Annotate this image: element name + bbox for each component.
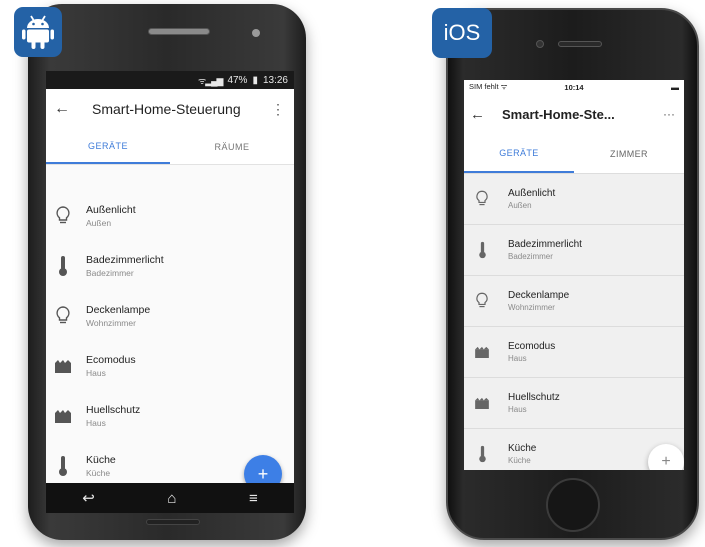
recents-nav-icon[interactable]: ≡ bbox=[249, 490, 258, 507]
android-screen: ᯤ▂▄▆ 47% ▮ 13:26 ← Smart-Home-Steuerung … bbox=[46, 71, 294, 513]
tab-geraete[interactable]: GERÄTE bbox=[464, 134, 574, 173]
list-item[interactable]: Huellschutz Haus bbox=[46, 391, 294, 441]
list-item[interactable]: Außenlicht Außen bbox=[46, 191, 294, 241]
item-room: Außen bbox=[508, 201, 532, 210]
thermometer-icon bbox=[464, 241, 500, 259]
item-room: Haus bbox=[508, 354, 527, 363]
list-item[interactable]: Badezimmerlicht Badezimmer bbox=[464, 225, 684, 276]
thermometer-icon bbox=[46, 255, 80, 277]
item-name: Huellschutz bbox=[86, 404, 141, 416]
tab-raeume[interactable]: RÄUME bbox=[170, 129, 294, 164]
more-horiz-icon[interactable]: ··· bbox=[660, 107, 678, 121]
nav-bar: ← Smart-Home-Ste... ··· bbox=[464, 94, 684, 134]
device-list: Außenlicht Außen Badezimmerlicht Badezimme… bbox=[464, 174, 684, 470]
item-room: Küche bbox=[508, 456, 531, 465]
page-title: Smart-Home-Steuerung bbox=[92, 101, 241, 117]
item-name: Küche bbox=[86, 454, 116, 466]
scene-icon bbox=[464, 346, 500, 358]
earpiece-speaker bbox=[558, 41, 602, 47]
android-badge bbox=[14, 7, 62, 57]
back-nav-icon[interactable]: ↩ bbox=[82, 489, 95, 507]
page-title: Smart-Home-Ste... bbox=[502, 106, 615, 122]
scene-icon bbox=[46, 409, 80, 423]
battery-level: 47% bbox=[227, 74, 248, 86]
item-name: Deckenlampe bbox=[508, 290, 570, 301]
item-name: Badezimmerlicht bbox=[508, 239, 582, 250]
bulb-icon bbox=[46, 306, 80, 326]
battery-icon: ▮ bbox=[252, 74, 258, 86]
list-item[interactable]: Ecomodus Haus bbox=[464, 327, 684, 378]
carrier-text: SIM fehlt ᯤ bbox=[469, 82, 508, 91]
bulb-icon bbox=[46, 206, 80, 226]
tab-bar: GERÄTE ZIMMER bbox=[464, 134, 684, 174]
list-item[interactable]: Deckenlampe Wohnzimmer bbox=[464, 276, 684, 327]
item-room: Außen bbox=[86, 218, 112, 228]
item-room: Wohnzimmer bbox=[508, 303, 555, 312]
bulb-icon bbox=[464, 190, 500, 208]
android-logo-icon bbox=[22, 15, 54, 49]
home-nav-icon[interactable]: ⌂ bbox=[167, 490, 176, 507]
item-name: Huellschutz bbox=[508, 392, 560, 403]
earpiece-speaker bbox=[148, 28, 210, 35]
tab-geraete[interactable]: GERÄTE bbox=[46, 129, 170, 164]
bulb-icon bbox=[464, 292, 500, 310]
arrow-left-icon[interactable]: ← bbox=[470, 106, 494, 123]
item-name: Ecomodus bbox=[508, 341, 556, 352]
system-nav-bar: ↩ ⌂ ≡ bbox=[46, 483, 294, 513]
list-item[interactable]: Deckenlampe Wohnzimmer bbox=[46, 291, 294, 341]
item-room: Haus bbox=[508, 405, 527, 414]
more-vert-icon[interactable]: ⋮ bbox=[270, 101, 286, 118]
status-bar: ᯤ▂▄▆ 47% ▮ 13:26 bbox=[46, 71, 294, 89]
item-room: Badezimmer bbox=[508, 252, 553, 261]
status-bar: SIM fehlt ᯤ 10:14 ▬ bbox=[464, 80, 684, 94]
scene-icon bbox=[46, 359, 80, 373]
home-button[interactable] bbox=[546, 478, 600, 532]
android-device: ᯤ▂▄▆ 47% ▮ 13:26 ← Smart-Home-Steuerung … bbox=[28, 4, 306, 540]
item-name: Außenlicht bbox=[508, 188, 556, 199]
arrow-left-icon[interactable]: ← bbox=[54, 100, 76, 118]
tab-bar: GERÄTE RÄUME bbox=[46, 129, 294, 165]
item-name: Außenlicht bbox=[86, 204, 136, 216]
status-time: 10:14 bbox=[564, 82, 584, 92]
scene-icon bbox=[464, 397, 500, 409]
item-name: Ecomodus bbox=[86, 354, 136, 366]
battery-icon: ▬ bbox=[671, 82, 679, 92]
thermometer-icon bbox=[464, 445, 500, 463]
device-list: Außenlicht Außen Badezimmerlicht Badezimme… bbox=[46, 165, 294, 491]
list-item[interactable]: Huellschutz Haus bbox=[464, 378, 684, 429]
item-room: Haus bbox=[86, 418, 106, 428]
list-item[interactable]: Ecomodus Haus bbox=[46, 341, 294, 391]
ios-device: SIM fehlt ᯤ 10:14 ▬ ← Smart-Home-Ste... … bbox=[446, 8, 699, 540]
app-bar: ← Smart-Home-Steuerung ⋮ bbox=[46, 89, 294, 129]
list-item[interactable]: Badezimmerlicht Badezimmer bbox=[46, 241, 294, 291]
front-camera bbox=[536, 40, 544, 48]
tab-zimmer[interactable]: ZIMMER bbox=[574, 134, 684, 173]
item-name: Deckenlampe bbox=[86, 304, 151, 316]
list-item[interactable]: Außenlicht Außen bbox=[464, 174, 684, 225]
item-room: Wohnzimmer bbox=[86, 318, 136, 328]
wifi-signal-icon: ᯤ▂▄▆ bbox=[198, 75, 223, 86]
item-name: Küche bbox=[508, 443, 537, 454]
comparison-stage: ᯤ▂▄▆ 47% ▮ 13:26 ← Smart-Home-Steuerung … bbox=[0, 0, 705, 547]
item-room: Haus bbox=[86, 368, 106, 378]
item-room: Küche bbox=[86, 468, 111, 478]
ios-badge: iOS bbox=[432, 8, 492, 58]
status-time: 13:26 bbox=[262, 74, 288, 86]
item-room: Badezimmer bbox=[86, 268, 134, 278]
bottom-speaker bbox=[146, 519, 200, 525]
item-name: Badezimmerlicht bbox=[86, 254, 164, 266]
thermometer-icon bbox=[46, 455, 80, 477]
front-camera bbox=[252, 29, 260, 37]
ios-screen: SIM fehlt ᯤ 10:14 ▬ ← Smart-Home-Ste... … bbox=[464, 80, 684, 470]
